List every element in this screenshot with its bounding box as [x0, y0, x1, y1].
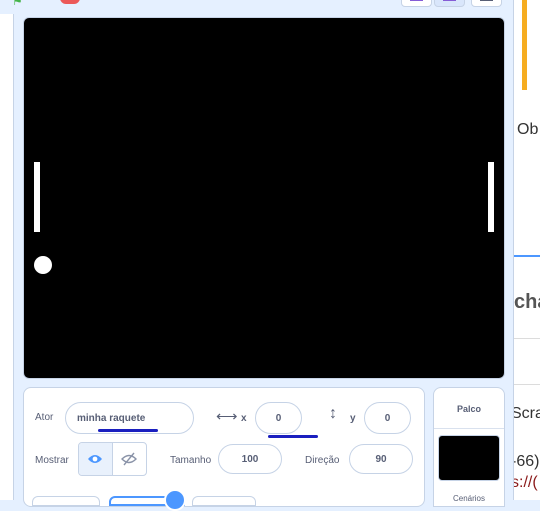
size-input[interactable]: 100	[218, 444, 282, 474]
fullscreen-button[interactable]	[471, 0, 502, 7]
divider	[514, 338, 540, 339]
partial-link-text[interactable]: s://(	[514, 474, 538, 492]
blue-divider	[514, 255, 540, 257]
text-cursor-underline	[98, 429, 158, 432]
show-sprite-button[interactable]	[79, 443, 113, 475]
small-stage-button[interactable]	[401, 0, 432, 7]
divider	[514, 384, 540, 385]
eye-slash-icon	[121, 452, 138, 466]
partial-text-1: Ob	[517, 121, 539, 138]
normal-stage-icon	[443, 0, 456, 1]
x-focus-underline	[268, 435, 318, 438]
partial-text-2: cha	[514, 291, 540, 313]
show-label: Mostrar	[35, 455, 69, 466]
stage-canvas[interactable]	[23, 17, 505, 379]
x-arrows-icon: ⟷	[216, 408, 238, 425]
right-paddle-sprite[interactable]	[488, 162, 494, 232]
hide-sprite-button[interactable]	[113, 443, 147, 475]
y-label: y	[350, 413, 356, 424]
left-paddle-sprite[interactable]	[34, 162, 40, 232]
partial-text-3: Scra	[514, 405, 540, 422]
direction-input[interactable]: 90	[349, 444, 413, 474]
code-area-edge	[0, 14, 14, 500]
sprite-tile[interactable]	[192, 496, 256, 506]
ball-sprite[interactable]	[34, 256, 52, 274]
direction-label: Direção	[305, 455, 340, 466]
x-position-input[interactable]: 0	[255, 402, 302, 434]
visibility-toggle	[78, 442, 147, 476]
sprite-label: Ator	[35, 412, 54, 423]
stage-thumbnail[interactable]	[438, 435, 500, 481]
size-label: Tamanho	[170, 455, 212, 466]
x-label: x	[241, 413, 247, 424]
delete-sprite-icon[interactable]	[164, 489, 186, 511]
background-window: Ob cha Scra -66) s://(	[513, 0, 540, 500]
orange-accent-bar	[522, 0, 527, 90]
partial-text-4: -66)	[513, 453, 540, 470]
fullscreen-icon	[480, 0, 493, 1]
green-flag-icon[interactable]: ⚑	[12, 0, 26, 8]
sprite-info-panel: Ator minha raquete ⟷ x 0 ↕ y 0 Mostrar T…	[23, 387, 425, 507]
small-stage-icon	[410, 0, 423, 1]
normal-stage-button[interactable]	[434, 0, 465, 7]
stage-selector-title: Palco	[456, 404, 481, 414]
backdrops-label: Cenários	[452, 494, 485, 503]
stage-selector-divider	[434, 428, 504, 429]
sprite-tile[interactable]	[32, 496, 100, 506]
stage-selector[interactable]: Palco Cenários	[433, 387, 505, 507]
y-arrows-icon: ↕	[329, 405, 337, 422]
y-position-input[interactable]: 0	[364, 402, 411, 434]
eye-icon	[88, 455, 103, 463]
